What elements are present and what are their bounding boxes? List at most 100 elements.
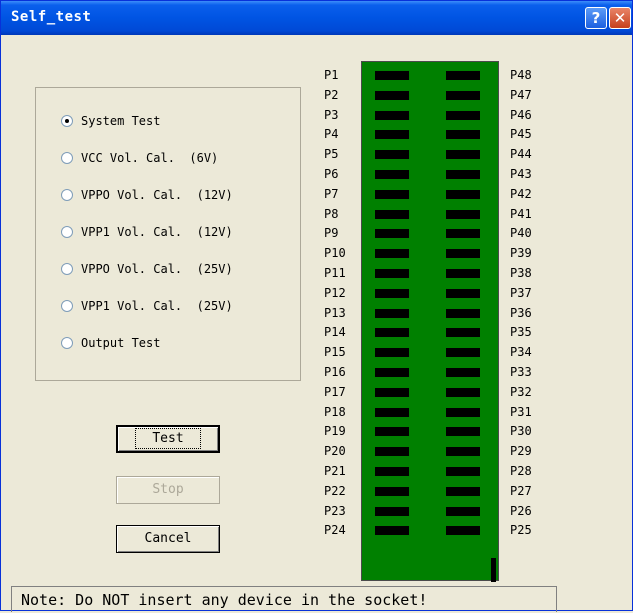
radio-label: VPP1 Vol. Cal. (12V) <box>81 225 233 239</box>
close-icon: ✕ <box>613 9 627 27</box>
pin-label-left: P17 <box>324 384 346 399</box>
pin-label-right: P28 <box>510 464 532 478</box>
radio-output-test[interactable]: Output Test <box>61 334 160 352</box>
socket-pad-right <box>446 506 480 516</box>
socket-pad-right <box>446 110 480 120</box>
socket-pad-left <box>375 130 409 140</box>
cancel-button[interactable]: Cancel <box>116 525 220 553</box>
close-button[interactable]: ✕ <box>609 7 631 29</box>
socket-pad-right <box>446 387 480 397</box>
pin-label-right: P30 <box>510 424 532 439</box>
socket-pad-right <box>446 189 480 199</box>
socket-pad-right <box>446 269 480 278</box>
pin-label-left: P18 <box>324 404 346 419</box>
pin-label-right: P34 <box>510 345 532 360</box>
socket-pad-left <box>375 249 409 259</box>
socket-pad-left <box>375 308 409 318</box>
radio-vppo-cal-25v[interactable]: VPPO Vol. Cal. (25V) <box>61 260 233 278</box>
radio-vppo-cal-12v[interactable]: VPPO Vol. Cal. (12V) <box>61 186 233 204</box>
socket-pad-left <box>375 447 409 457</box>
socket-pad-left <box>375 467 409 476</box>
zif-socket <box>361 61 499 582</box>
self-test-window: Self_test ? ✕ System Test VCC Vol. Cal. … <box>0 0 633 612</box>
pin-label-left: P21 <box>324 464 346 478</box>
pin-label-left: P24 <box>324 523 346 538</box>
socket-pad-right <box>446 348 480 358</box>
pin-label-left: P13 <box>324 305 346 320</box>
radio-button[interactable] <box>61 263 73 275</box>
socket-pad-right <box>446 288 480 298</box>
pin-label-left: P5 <box>324 147 339 162</box>
radio-vpp1-cal-12v[interactable]: VPP1 Vol. Cal. (12V) <box>61 223 233 241</box>
radio-label: Output Test <box>81 336 161 350</box>
test-button[interactable]: Test <box>116 425 220 453</box>
pin-label-right: P42 <box>510 186 532 201</box>
pin-label-right: P32 <box>510 384 532 399</box>
pin-label-left: P14 <box>324 325 346 340</box>
socket-pad-right <box>446 229 480 239</box>
socket-pad-left <box>375 71 409 80</box>
socket-pad-left <box>375 348 409 358</box>
radio-button[interactable] <box>61 337 73 349</box>
socket-pad-right <box>446 427 480 437</box>
radio-button[interactable] <box>61 152 73 164</box>
socket-pad-left <box>375 526 409 536</box>
pin-label-right: P38 <box>510 266 532 280</box>
pin-label-left: P4 <box>324 127 339 142</box>
socket-lever-mark <box>491 558 496 582</box>
pin-label-right: P40 <box>510 226 532 241</box>
socket-pad-left <box>375 506 409 516</box>
pin-label-left: P3 <box>324 107 339 122</box>
socket-pad-left <box>375 229 409 239</box>
socket-pad-left <box>375 328 409 338</box>
pin-label-left: P1 <box>324 68 339 82</box>
socket-pad-left <box>375 387 409 397</box>
pin-label-left: P22 <box>324 483 346 498</box>
socket-pad-left <box>375 209 409 219</box>
socket-pad-left <box>375 407 409 417</box>
pin-label-right: P36 <box>510 305 532 320</box>
pin-label-right: P44 <box>510 147 532 162</box>
radio-button[interactable] <box>61 300 73 312</box>
socket-pad-right <box>446 209 480 219</box>
pin-label-left: P6 <box>324 167 339 181</box>
pin-label-left: P8 <box>324 206 339 221</box>
pin-label-left: P10 <box>324 246 346 261</box>
stop-button[interactable]: Stop <box>116 476 220 504</box>
socket-pad-right <box>446 249 480 259</box>
radio-label: VCC Vol. Cal. (6V) <box>81 151 219 165</box>
pin-label-right: P35 <box>510 325 532 340</box>
socket-pad-right <box>446 150 480 160</box>
socket-pad-right <box>446 130 480 140</box>
socket-pad-left <box>375 170 409 179</box>
radio-button[interactable] <box>61 226 73 238</box>
radio-system-test[interactable]: System Test <box>61 112 160 130</box>
socket-pad-left <box>375 150 409 160</box>
pin-label-right: P48 <box>510 68 532 82</box>
help-icon: ? <box>591 9 601 27</box>
radio-label: VPP1 Vol. Cal. (25V) <box>81 299 233 313</box>
socket-pad-right <box>446 308 480 318</box>
help-button[interactable]: ? <box>585 7 607 29</box>
radio-button[interactable] <box>61 189 73 201</box>
radio-vpp1-cal-25v[interactable]: VPP1 Vol. Cal. (25V) <box>61 297 233 315</box>
cancel-button-label: Cancel <box>144 531 192 546</box>
pin-label-left: P16 <box>324 365 346 379</box>
socket-pad-right <box>446 170 480 179</box>
pin-label-left: P7 <box>324 186 339 201</box>
radio-label: VPPO Vol. Cal. (12V) <box>81 188 233 202</box>
pin-label-right: P26 <box>510 503 532 518</box>
socket-pad-right <box>446 328 480 338</box>
pin-label-left: P20 <box>324 444 346 459</box>
socket-pad-right <box>446 486 480 496</box>
socket-pad-right <box>446 467 480 476</box>
pin-label-right: P39 <box>510 246 532 261</box>
pin-label-left: P2 <box>324 87 339 102</box>
pin-label-right: P43 <box>510 167 532 181</box>
pin-label-right: P47 <box>510 87 532 102</box>
title-bar[interactable]: Self_test ? ✕ <box>1 1 632 35</box>
socket-pad-left <box>375 486 409 496</box>
radio-button[interactable] <box>61 115 73 127</box>
radio-vcc-cal-6v[interactable]: VCC Vol. Cal. (6V) <box>61 149 218 167</box>
pin-label-left: P11 <box>324 266 346 280</box>
